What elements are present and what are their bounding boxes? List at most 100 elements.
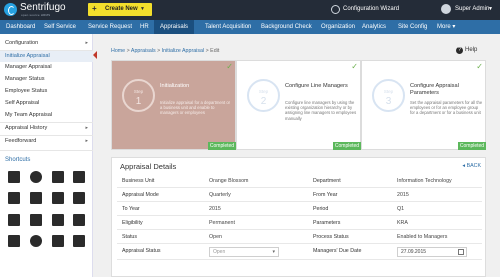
sidebar-item-employee-status[interactable]: Employee Status xyxy=(0,86,93,97)
checkmark-icon: ✓ xyxy=(476,62,483,71)
step-initialization[interactable]: Step 1 Initialization Initialize apprais… xyxy=(111,60,236,150)
step-configure-line-managers[interactable]: Step 2 Configure Line Managers Configure… xyxy=(236,60,361,150)
step-title: Configure Appraisal Parameters xyxy=(410,83,459,96)
breadcrumb-initialize-appraisal[interactable]: Initialize Appraisal xyxy=(162,48,204,54)
sidebar-item-self-appraisal[interactable]: Self Appraisal xyxy=(0,98,93,109)
step-description: Configure line managers by using the exi… xyxy=(285,100,357,121)
step-circle: Step 2 xyxy=(247,79,280,112)
step-title: Configure Line Managers xyxy=(285,83,348,89)
checkmark-icon: ✓ xyxy=(226,62,233,71)
sidebar-item-label: Feedforward xyxy=(5,138,37,144)
panel-title: Appraisal Details xyxy=(120,162,177,171)
nav-more[interactable]: More ▾ xyxy=(437,20,455,34)
chevron-down-icon: ▾ xyxy=(452,24,456,30)
calendar-icon[interactable] xyxy=(458,249,464,255)
sidebar-collapse-toggle[interactable] xyxy=(93,50,98,60)
field-value: Orange Blossom xyxy=(209,178,249,184)
plus-icon: + xyxy=(92,4,97,13)
field-label: Business Unit xyxy=(122,178,155,184)
appraisal-steps: Step 1 Initialization Initialize apprais… xyxy=(111,60,486,150)
nav-service-request[interactable]: Service Request xyxy=(88,20,132,34)
chevron-down-icon: ▼ xyxy=(140,6,145,12)
sidebar-item-label: Configuration xyxy=(5,40,39,46)
nav-hr[interactable]: HR xyxy=(140,20,149,34)
sidebar-item-initialize-appraisal[interactable]: Initialize Appraisal xyxy=(0,51,93,62)
sidebar-item-manager-status[interactable]: Manager Status xyxy=(0,74,93,85)
field-label: Department xyxy=(313,178,341,184)
step-status-badge: Completed xyxy=(333,142,361,150)
nav-more-label: More xyxy=(437,24,451,30)
chevron-right-icon: ▸ xyxy=(85,125,88,131)
shortcut-search-icon[interactable] xyxy=(73,214,85,226)
divider xyxy=(0,150,93,151)
sidebar: Configuration ▸ Initialize Appraisal Man… xyxy=(0,34,93,277)
logo[interactable]: Sentrifugo open source HRMS xyxy=(4,2,80,18)
field-label: Status xyxy=(122,234,138,240)
step-description: Initialize appraisal for a department or… xyxy=(160,100,231,116)
step-description: Set the appraisal parameters for all the… xyxy=(410,100,483,116)
shortcut-settings-icon[interactable] xyxy=(30,235,42,247)
shortcut-person-icon[interactable] xyxy=(8,214,20,226)
sidebar-item-manager-appraisal[interactable]: Manager Appraisal xyxy=(0,62,93,73)
nav-talent-acquisition[interactable]: Talent Acquisition xyxy=(205,20,251,34)
nav-appraisals[interactable]: Appraisals xyxy=(154,20,195,34)
main-nav: Dashboard Self Service Service Request H… xyxy=(0,20,500,34)
field-value: Q1 xyxy=(397,206,405,212)
breadcrumb-separator: > xyxy=(205,48,209,54)
shortcut-grid-icon[interactable] xyxy=(52,235,64,247)
step-status-badge: Completed xyxy=(458,142,486,150)
create-new-button[interactable]: + Create New ▼ xyxy=(88,3,152,16)
avatar xyxy=(441,4,451,14)
breadcrumb-separator: > xyxy=(157,48,161,54)
nav-organization[interactable]: Organization xyxy=(321,20,355,34)
sidebar-item-configuration[interactable]: Configuration ▸ xyxy=(0,38,93,49)
shortcuts-title: Shortcuts xyxy=(5,157,31,163)
back-label: BACK xyxy=(466,163,481,169)
shortcut-folder-icon[interactable] xyxy=(8,235,20,247)
shortcut-employees-icon[interactable] xyxy=(8,171,20,183)
step-word: Step xyxy=(258,89,269,94)
nav-site-config[interactable]: Site Config xyxy=(398,20,427,34)
step-circle: Step 3 xyxy=(372,79,405,112)
details-row: Appraisal Mode Quarterly From Year 2015 xyxy=(117,189,482,202)
sidebar-item-label: Appraisal History xyxy=(5,125,48,131)
shortcut-checklist-icon[interactable] xyxy=(73,235,85,247)
shortcut-users-icon[interactable] xyxy=(30,171,42,183)
sidebar-item-appraisal-history[interactable]: Appraisal History ▸ xyxy=(0,123,93,134)
breadcrumb-home[interactable]: Home xyxy=(111,48,125,54)
field-value: KRA xyxy=(397,220,408,226)
step-word: Step xyxy=(133,89,144,94)
logo-icon xyxy=(4,3,17,16)
checkmark-icon: ✓ xyxy=(351,62,358,71)
shortcut-document-icon[interactable] xyxy=(73,171,85,183)
step-configure-appraisal-parameters[interactable]: Step 3 Configure Appraisal Parameters Se… xyxy=(361,60,486,150)
shortcut-list-icon[interactable] xyxy=(30,192,42,204)
field-label: Appraisal Mode xyxy=(122,192,159,198)
back-link[interactable]: ◂ BACK xyxy=(462,163,481,169)
field-value: Information Technology xyxy=(397,178,452,184)
nav-analytics[interactable]: Analytics xyxy=(362,20,386,34)
nav-dashboard[interactable]: Dashboard xyxy=(6,20,35,34)
top-bar: Sentrifugo open source HRMS + Create New… xyxy=(0,0,500,20)
chevron-down-icon: ▼ xyxy=(488,6,493,12)
shortcut-card-icon[interactable] xyxy=(30,214,42,226)
field-label: Appraisal Status xyxy=(122,248,161,254)
breadcrumb-appraisals[interactable]: Appraisals xyxy=(131,48,156,54)
shortcut-report-icon[interactable] xyxy=(73,192,85,204)
managers-due-date-input[interactable]: 27.09.2015 xyxy=(397,247,467,257)
nav-background-check[interactable]: Background Check xyxy=(261,20,312,34)
shortcut-gear-icon[interactable] xyxy=(52,214,64,226)
field-label: Eligibility xyxy=(122,220,143,226)
appraisal-status-select[interactable]: Open ▾ xyxy=(209,247,279,257)
breadcrumb: Home > Appraisals > Initialize Appraisal… xyxy=(111,48,219,54)
date-value: 27.09.2015 xyxy=(401,249,427,255)
field-label: Process Status xyxy=(313,234,349,240)
shortcut-calendar-icon[interactable] xyxy=(8,192,20,204)
help-link[interactable]: ? Help xyxy=(456,47,477,54)
nav-self-service[interactable]: Self Service xyxy=(44,20,76,34)
shortcut-group-icon[interactable] xyxy=(52,192,64,204)
shortcut-edit-icon[interactable] xyxy=(52,171,64,183)
step-circle: Step 1 xyxy=(122,79,155,112)
sidebar-item-my-team-appraisal[interactable]: My Team Appraisal xyxy=(0,110,93,121)
sidebar-item-feedforward[interactable]: Feedforward ▸ xyxy=(0,136,93,147)
